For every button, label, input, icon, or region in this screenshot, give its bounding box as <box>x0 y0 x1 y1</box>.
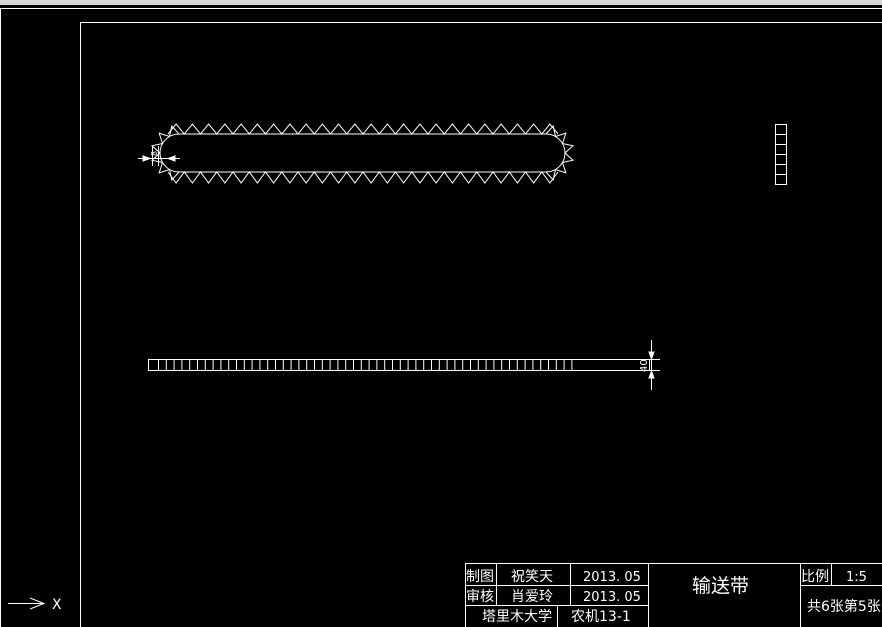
checked-by-name: 肖爱玲 <box>511 589 553 605</box>
drawing-title: 输送带 <box>692 575 749 597</box>
drawing-frame <box>0 8 882 627</box>
scale-value: 1:5 <box>846 570 867 585</box>
belt-thickness-text: 40 <box>639 359 650 372</box>
pulley-dimension-text: 8 <box>150 151 159 156</box>
belt-segment-block <box>775 144 787 155</box>
drawn-by-name: 祝笑天 <box>511 569 553 585</box>
ucs-icon: X <box>8 597 62 613</box>
cad-drawing-canvas[interactable]: 8 40 X 制图 祝笑天 2013. 05 审核 肖爱玲 2013. 05 塔… <box>0 0 882 627</box>
drawn-by-date: 2013. 05 <box>583 570 641 585</box>
belt-segment-block <box>775 164 787 175</box>
institution-name: 塔里木大学 <box>482 609 552 625</box>
belt-segment-column <box>775 124 787 185</box>
class-name: 农机13-1 <box>571 609 631 625</box>
drawn-by-label: 制图 <box>466 569 494 585</box>
ucs-x-label: X <box>52 597 62 613</box>
belt-inner-outline <box>159 133 566 173</box>
belt-thickness-dimension: 40 <box>639 340 660 390</box>
belt-teeth-top <box>167 123 559 135</box>
belt-segment-block <box>775 134 787 145</box>
checked-by-label: 审核 <box>466 589 494 605</box>
title-block: 制图 祝笑天 2013. 05 审核 肖爱玲 2013. 05 塔里木大学 农机… <box>465 563 882 627</box>
checked-by-date: 2013. 05 <box>583 590 641 605</box>
belt-top-view <box>150 123 575 184</box>
pulley-dimension: 8 <box>138 146 180 166</box>
belt-teeth-bottom <box>167 171 559 184</box>
sheet-info: 共6张第5张 <box>807 598 881 615</box>
scale-label: 比例 <box>801 569 829 585</box>
belt-side-view <box>148 359 650 371</box>
belt-segment-block <box>775 174 787 185</box>
belt-segment-block <box>775 124 787 135</box>
belt-segment-block <box>775 154 787 165</box>
